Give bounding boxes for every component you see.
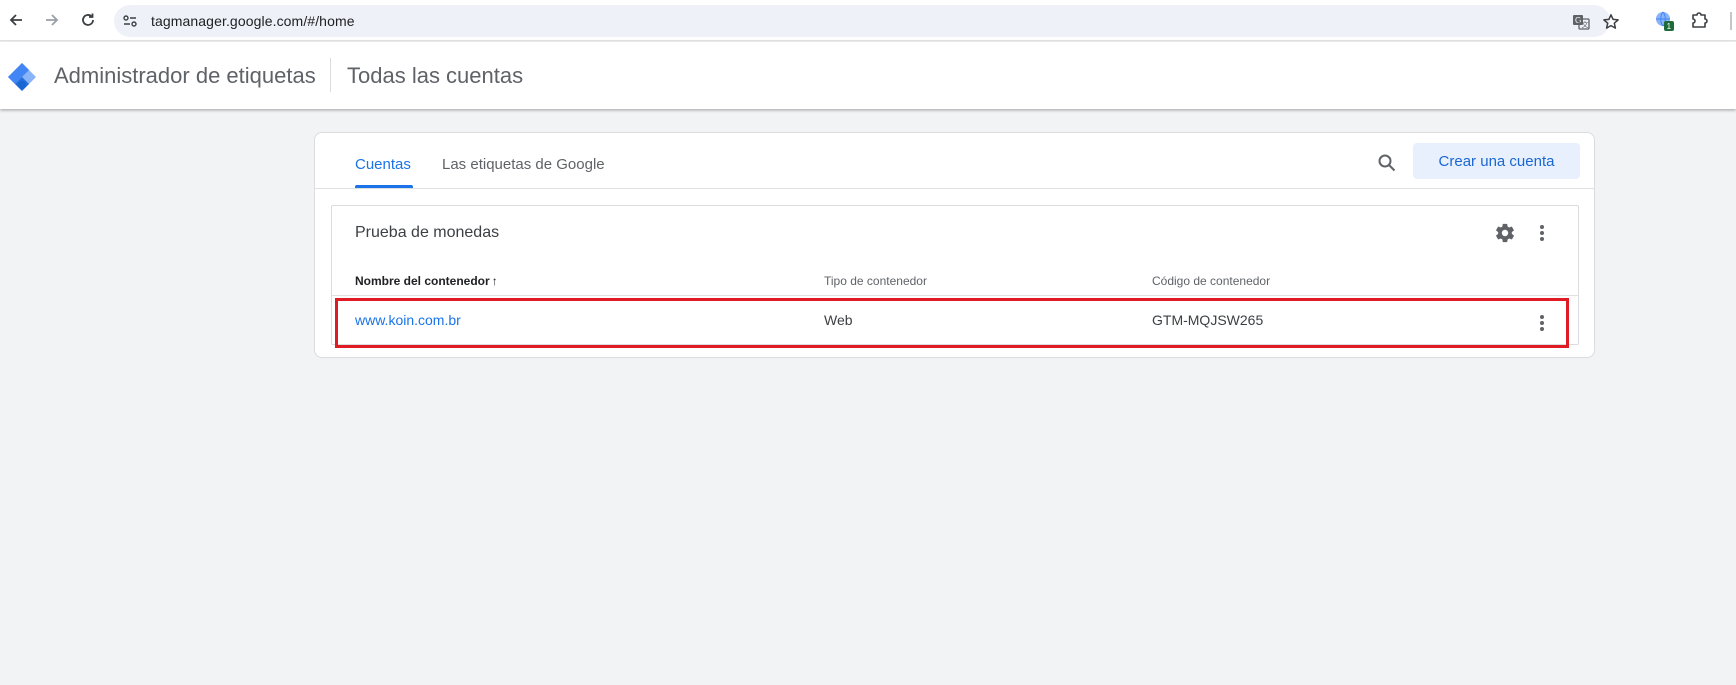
row-highlight-box <box>335 298 1569 348</box>
reload-button[interactable] <box>76 8 100 32</box>
address-bar[interactable]: tagmanager.google.com/#/home G文 <box>114 5 1619 37</box>
tab-divider <box>315 188 1594 189</box>
header-divider <box>330 58 331 92</box>
extension-globe-button[interactable]: 1 <box>1654 10 1676 32</box>
back-button[interactable] <box>4 8 28 32</box>
gear-icon <box>1496 223 1514 243</box>
search-icon <box>1378 154 1396 172</box>
more-vert-icon <box>1540 225 1544 241</box>
url-text: tagmanager.google.com/#/home <box>151 13 355 29</box>
search-button[interactable] <box>1373 149 1401 177</box>
browser-toolbar: tagmanager.google.com/#/home G文 1 <box>0 0 1736 41</box>
page-title: Todas las cuentas <box>347 63 524 88</box>
translate-icon[interactable]: G文 <box>1572 13 1590 31</box>
sort-arrow-up-icon: ↑ <box>491 274 498 288</box>
create-account-button[interactable]: Crear una cuenta <box>1413 143 1580 179</box>
arrow-right-icon <box>46 14 59 26</box>
bookmark-star-icon[interactable] <box>1602 13 1620 31</box>
app-header: Administrador de etiquetas Todas las cue… <box>0 42 1736 109</box>
account-name: Prueba de monedas <box>355 224 500 241</box>
column-header-name[interactable]: Nombre del contenedor ↑ <box>355 274 498 288</box>
forward-button[interactable] <box>40 8 64 32</box>
extensions-button[interactable] <box>1690 10 1712 32</box>
puzzle-icon <box>1692 12 1708 28</box>
toolbar-divider <box>1730 12 1732 30</box>
svg-text:文: 文 <box>1582 20 1589 29</box>
account-settings-button[interactable] <box>1492 220 1518 246</box>
extension-badge-count: 1 <box>1667 22 1672 31</box>
column-header-code: Código de contenedor <box>1152 274 1271 288</box>
account-more-button[interactable] <box>1532 220 1552 246</box>
svg-text:G: G <box>1575 16 1581 25</box>
header-row-divider <box>332 295 1578 296</box>
tag-manager-logo-icon[interactable] <box>6 61 38 93</box>
tab-etiquetas-google[interactable]: Las etiquetas de Google <box>442 156 605 188</box>
app-title[interactable]: Administrador de etiquetas <box>54 63 316 89</box>
column-header-type: Tipo de contenedor <box>824 274 927 288</box>
arrow-left-icon <box>9 14 22 26</box>
site-settings-icon[interactable] <box>122 13 138 29</box>
reload-icon <box>82 13 94 26</box>
tab-cuentas[interactable]: Cuentas <box>355 156 411 188</box>
column-header-name-label: Nombre del contenedor <box>355 274 490 288</box>
globe-icon: 1 <box>1656 11 1674 31</box>
